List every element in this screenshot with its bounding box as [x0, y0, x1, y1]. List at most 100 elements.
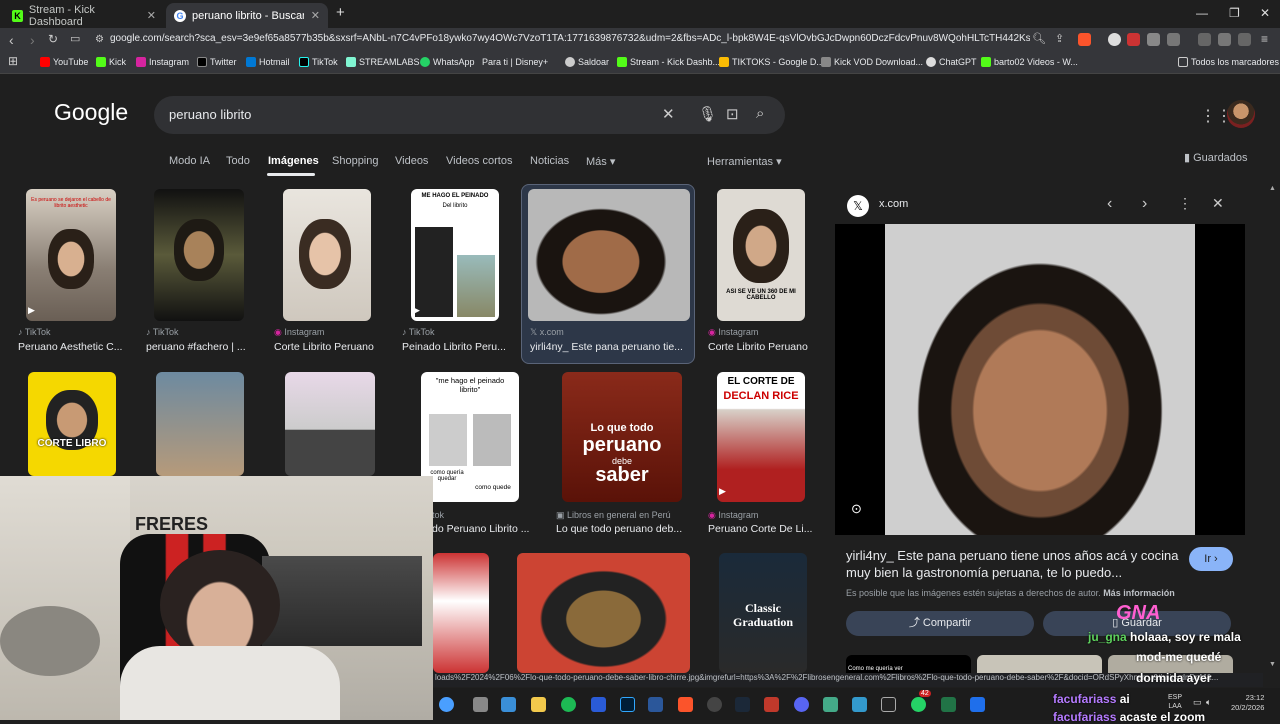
network-icon[interactable]: ▭ [1193, 697, 1202, 708]
bookmark-tiktok[interactable]: TikTok [299, 57, 338, 67]
result-thumbnail[interactable] [517, 553, 690, 673]
tab-shopping[interactable]: Shopping [332, 155, 379, 167]
app-icon[interactable] [852, 697, 867, 712]
result-title[interactable]: Peruano Corte De Li... [708, 523, 820, 535]
sidebar-icon[interactable] [1198, 33, 1211, 46]
result-title[interactable]: yirli4ny_ Este pana peruano tie... [530, 341, 688, 353]
brave-shield-icon[interactable] [1078, 33, 1091, 46]
search-box[interactable]: peruano librito ✕ 🎙︎ ⊡ ⌕ [154, 96, 785, 134]
result-thumbnail[interactable]: EL CORTE DE DECLAN RICE ▶ [717, 372, 805, 502]
microphone-icon[interactable]: 🎙︎ [698, 105, 717, 123]
google-logo[interactable]: Google [54, 99, 128, 126]
go-button[interactable]: Ir › [1189, 547, 1233, 571]
tools-button[interactable]: Herramientas ▾ [707, 155, 782, 168]
tab-noticias[interactable]: Noticias [530, 155, 569, 167]
tab-kick-dashboard[interactable]: K Stream - Kick Dashboard ✕ [4, 3, 164, 28]
extension-icon[interactable] [1167, 33, 1180, 46]
restore-icon[interactable]: ❐ [1229, 6, 1240, 20]
tab-google-search[interactable]: G peruano librito - Buscar con Goo ✕ [166, 3, 328, 28]
bookmark-streamlabs[interactable]: STREAMLABS [346, 57, 420, 67]
menu-icon[interactable]: ≡ [1261, 32, 1268, 46]
result-title[interactable]: do Peruano Librito ... [432, 523, 542, 535]
close-tab-icon[interactable]: ✕ [311, 9, 320, 22]
result-thumbnail[interactable]: Es peruano se dejaron el cabello de libr… [26, 189, 116, 321]
saved-button[interactable]: ▮ Guardados [1184, 151, 1248, 164]
bookmark-kick-dashboard[interactable]: Stream - Kick Dashb... [617, 57, 720, 67]
tab-imagenes[interactable]: Imágenes [268, 155, 319, 167]
bookmark-tiktoks-drive[interactable]: TIKTOKS - Google D... [719, 57, 824, 67]
bookmark-hotmail[interactable]: Hotmail [246, 57, 290, 67]
zoom-icon[interactable]: 🔍︎ [1032, 32, 1046, 45]
more-info-link[interactable]: Más información [1103, 588, 1175, 598]
close-tab-icon[interactable]: ✕ [147, 9, 156, 22]
tab-todo[interactable]: Todo [226, 155, 250, 167]
spotify-icon[interactable] [561, 697, 576, 712]
result-thumbnail[interactable]: "me hago el peinado librito" como quería… [421, 372, 519, 502]
app-icon[interactable] [764, 697, 779, 712]
result-thumbnail[interactable] [285, 372, 375, 476]
result-title[interactable]: Corte Librito Peruano [708, 341, 820, 353]
bookmark-youtube[interactable]: YouTube [40, 57, 88, 67]
share-icon[interactable]: ⇪ [1055, 32, 1064, 45]
bookmark-twitter[interactable]: Twitter [197, 57, 237, 67]
clear-icon[interactable]: ✕ [662, 105, 675, 123]
tab-videos-cortos[interactable]: Videos cortos [446, 155, 512, 167]
more-options-icon[interactable]: ⋮ [1178, 195, 1192, 212]
result-title[interactable]: Lo que todo peruano deb... [556, 523, 686, 535]
ai-icon[interactable] [1218, 33, 1231, 46]
avatar[interactable] [1227, 100, 1255, 128]
extensions-puzzle-icon[interactable] [1147, 33, 1160, 46]
app-icon[interactable] [970, 697, 985, 712]
bookmark-whatsapp[interactable]: WhatsApp [420, 57, 475, 67]
language-indicator[interactable]: ESP LAA [1168, 693, 1182, 711]
close-window-icon[interactable]: ✕ [1260, 6, 1270, 20]
tab-modo-ia[interactable]: Modo IA [169, 155, 210, 167]
obs-icon[interactable] [707, 697, 722, 712]
result-thumbnail[interactable]: Classic Graduation [719, 553, 807, 673]
scrollbar[interactable]: ▲ ▼ [1269, 185, 1277, 668]
result-thumbnail[interactable] [154, 189, 244, 321]
address-bar[interactable]: google.com/search?sca_esv=3e9ef65a8577b3… [110, 33, 1030, 44]
result-thumbnail[interactable]: Lo que todo peruano debe saber [562, 372, 682, 502]
new-tab-icon[interactable]: + [336, 4, 345, 21]
preview-image[interactable] [885, 224, 1195, 535]
apps-grid-icon[interactable]: ⊞ [8, 54, 18, 68]
task-view-icon[interactable] [473, 697, 488, 712]
close-icon[interactable]: ✕ [1212, 195, 1224, 212]
word-icon[interactable] [648, 697, 663, 712]
bookmark-disney[interactable]: Para ti | Disney+ [482, 57, 548, 67]
related-image[interactable]: Como me quería ver [846, 655, 971, 673]
share-button[interactable]: ⤴ Compartir [846, 611, 1034, 636]
minimize-icon[interactable]: — [1196, 6, 1208, 20]
panel-source[interactable]: x.com [879, 198, 908, 210]
panel-title[interactable]: yirli4ny_ Este pana peruano tiene unos a… [846, 547, 1181, 581]
photoshop-icon[interactable] [620, 697, 635, 712]
bookmark-kick-vod[interactable]: Kick VOD Download... [821, 57, 923, 67]
clock[interactable]: 23:12 20/2/2026 [1231, 693, 1264, 713]
extension-icon[interactable] [1108, 33, 1121, 46]
lens-icon[interactable]: ⊡ [726, 105, 739, 123]
tab-mas[interactable]: Más ▾ [586, 155, 615, 168]
excel-icon[interactable] [941, 697, 956, 712]
back-icon[interactable]: ‹ [9, 32, 14, 48]
bookmark-instagram[interactable]: Instagram [136, 57, 189, 67]
app-icon[interactable] [823, 697, 838, 712]
folder-icon[interactable] [531, 697, 546, 712]
vegas-icon[interactable] [591, 697, 606, 712]
extension-icon[interactable] [1127, 33, 1140, 46]
result-title[interactable]: Peinado Librito Peru... [402, 341, 514, 353]
result-thumbnail[interactable]: ME HAGO EL PEINADO Del librito ▶ [411, 189, 499, 321]
reload-icon[interactable]: ↻ [48, 32, 58, 46]
scroll-down-icon[interactable]: ▼ [1269, 661, 1276, 668]
search-input[interactable]: peruano librito [169, 107, 251, 122]
previous-icon[interactable]: ‹ [1107, 195, 1112, 213]
result-thumbnail[interactable]: CORTE LIBRO [28, 372, 116, 476]
bookmark-chatgpt[interactable]: ChatGPT [926, 57, 977, 67]
result-title[interactable]: peruano #fachero | ... [146, 341, 258, 353]
forward-icon[interactable]: › [30, 32, 35, 48]
result-title[interactable]: Peruano Aesthetic C... [18, 341, 130, 353]
result-title[interactable]: Corte Librito Peruano [274, 341, 386, 353]
volume-icon[interactable]: 🔈︎ [1206, 697, 1211, 708]
result-thumbnail[interactable] [283, 189, 371, 321]
result-thumbnail[interactable] [433, 553, 489, 673]
